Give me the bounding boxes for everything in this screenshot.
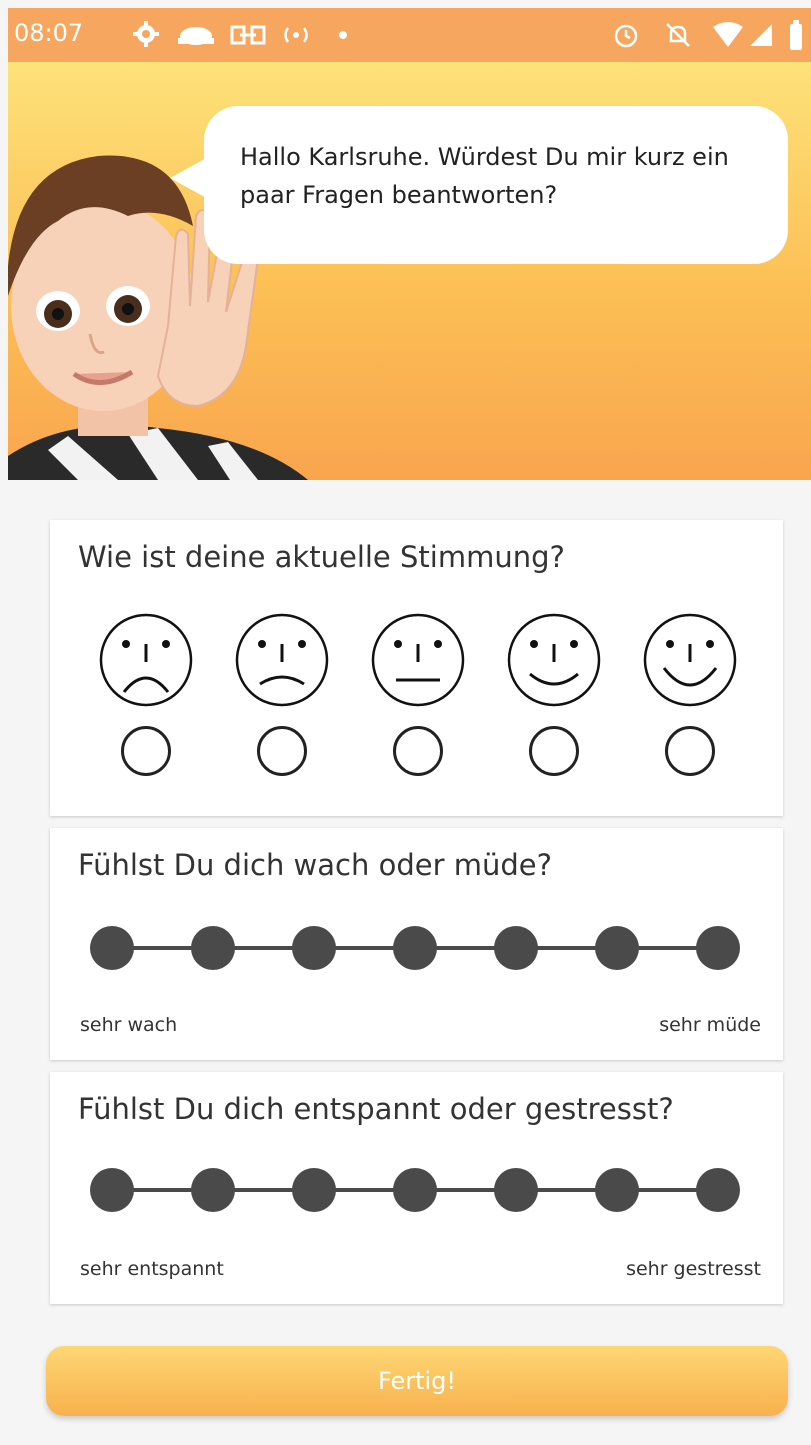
finish-button[interactable]: Fertig! xyxy=(46,1346,788,1416)
stress-question: Fühlst Du dich entspannt oder gestresst? xyxy=(78,1092,674,1126)
stress-max-label: sehr gestresst xyxy=(626,1258,761,1280)
stress-scale-step-2[interactable] xyxy=(191,1168,235,1212)
stress-scale-step-5[interactable] xyxy=(494,1168,538,1212)
mood-option-2-radio[interactable] xyxy=(257,726,307,776)
app-screen: 08:07 Hallo Karlsruhe. Würdest Du mir ku… xyxy=(8,8,811,1445)
stress-scale-step-4[interactable] xyxy=(393,1168,437,1212)
alertness-scale-step-6[interactable] xyxy=(595,926,639,970)
bell-off-icon xyxy=(666,23,690,47)
alertness-scale-step-4[interactable] xyxy=(393,926,437,970)
stress-min-label: sehr entspannt xyxy=(80,1258,224,1280)
very-sad-face-icon xyxy=(99,613,193,707)
happy-face-icon xyxy=(507,613,601,707)
alertness-card: Fühlst Du dich wach oder müde? sehr wach… xyxy=(50,828,783,1060)
battery-icon xyxy=(790,20,802,50)
radio-waves-icon xyxy=(284,27,308,43)
greeting-text: Hallo Karlsruhe. Würdest Du mir kurz ein… xyxy=(240,143,729,209)
stress-scale-step-3[interactable] xyxy=(292,1168,336,1212)
alertness-scale-step-1[interactable] xyxy=(90,926,134,970)
mood-option-1-radio[interactable] xyxy=(121,726,171,776)
signal-icon xyxy=(750,24,772,46)
stress-scale-step-1[interactable] xyxy=(90,1168,134,1212)
alertness-scale-step-3[interactable] xyxy=(292,926,336,970)
status-bar: 08:07 xyxy=(8,8,811,62)
gear-icon xyxy=(133,21,159,47)
link-icon xyxy=(230,25,266,45)
alertness-min-label: sehr wach xyxy=(80,1014,178,1036)
sad-face-icon xyxy=(235,613,329,707)
stress-scale-step-6[interactable] xyxy=(595,1168,639,1212)
mood-option-5-radio[interactable] xyxy=(665,726,715,776)
stress-scale-step-7[interactable] xyxy=(696,1168,740,1212)
alertness-scale-step-7[interactable] xyxy=(696,926,740,970)
mood-option-3-radio[interactable] xyxy=(393,726,443,776)
mood-option-4-radio[interactable] xyxy=(529,726,579,776)
very-happy-face-icon xyxy=(643,613,737,707)
status-time: 08:07 xyxy=(14,19,84,47)
cloud-icon xyxy=(178,27,214,45)
dot-icon xyxy=(339,31,347,39)
mood-question: Wie ist deine aktuelle Stimmung? xyxy=(78,540,565,574)
alertness-max-label: sehr müde xyxy=(659,1014,761,1036)
mood-card: Wie ist deine aktuelle Stimmung? xyxy=(50,520,783,816)
alertness-question: Fühlst Du dich wach oder müde? xyxy=(78,848,552,882)
alertness-scale-step-2[interactable] xyxy=(191,926,235,970)
alarm-icon xyxy=(614,24,638,48)
alertness-scale-step-5[interactable] xyxy=(494,926,538,970)
stress-card: Fühlst Du dich entspannt oder gestresst?… xyxy=(50,1072,783,1304)
neutral-face-icon xyxy=(371,613,465,707)
wifi-icon xyxy=(713,22,743,47)
header-banner: Hallo Karlsruhe. Würdest Du mir kurz ein… xyxy=(8,62,811,480)
